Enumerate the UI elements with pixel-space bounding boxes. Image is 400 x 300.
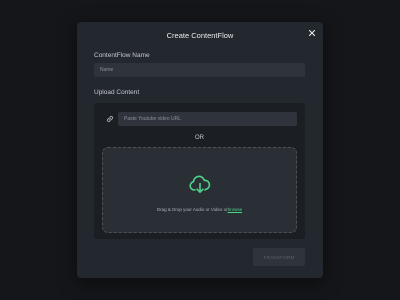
close-icon-graphic: [308, 29, 316, 37]
name-input[interactable]: [94, 63, 305, 77]
transform-button[interactable]: TRANSFORM: [253, 248, 305, 266]
url-row: [102, 111, 297, 127]
file-dropzone[interactable]: Drag & Drop your Audio or Video orbrowse: [102, 147, 297, 233]
link-icon: [102, 111, 118, 127]
youtube-url-input[interactable]: [118, 112, 297, 126]
cloud-upload-icon: [189, 175, 211, 193]
modal-title: Create ContentFlow: [166, 31, 234, 40]
or-divider: OR: [195, 135, 204, 141]
drop-instruction: Drag & Drop your Audio or Video or: [156, 207, 228, 212]
browse-link[interactable]: browse: [228, 207, 243, 212]
upload-content-label: Upload Content: [94, 89, 140, 96]
create-contentflow-modal: Create ContentFlow ContentFlow Name Uplo…: [77, 22, 323, 278]
name-field-label: ContentFlow Name: [94, 52, 150, 59]
upload-panel: OR Drag & Drop your Audio or Video orbro…: [94, 103, 305, 239]
dropzone-text: Drag & Drop your Audio or Video orbrowse: [103, 207, 296, 212]
close-icon[interactable]: [308, 29, 316, 37]
